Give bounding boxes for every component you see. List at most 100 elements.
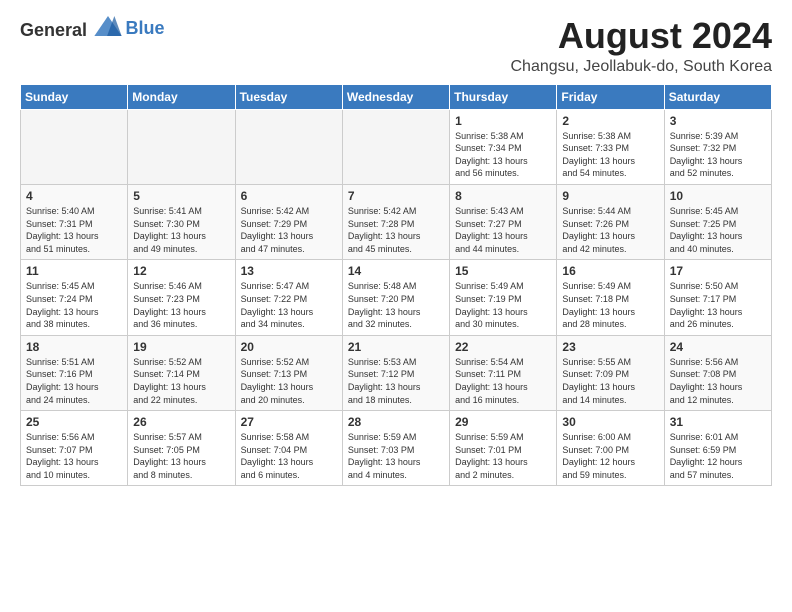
calendar-day-cell: 12 Sunrise: 5:46 AM Sunset: 7:23 PM Dayli… — [128, 260, 235, 335]
calendar-week-row: 1 Sunrise: 5:38 AM Sunset: 7:34 PM Daylig… — [21, 109, 772, 184]
calendar-day-cell: 26Sunrise: 5:57 AM Sunset: 7:05 PM Dayli… — [128, 411, 235, 486]
calendar-day-cell: 8Sunrise: 5:43 AM Sunset: 7:27 PM Daylig… — [450, 184, 557, 259]
day-number: 22 — [455, 340, 551, 354]
day-number: 12 — [133, 264, 229, 278]
calendar-day-cell: 6 Sunrise: 5:42 AM Sunset: 7:29 PM Daylig… — [235, 184, 342, 259]
day-info: Sunrise: 5:45 AM Sunset: 7:25 PM Dayligh… — [670, 205, 766, 255]
day-number: 29 — [455, 415, 551, 429]
day-info: Sunrise: 5:49 AM Sunset: 7:19 PM Dayligh… — [455, 280, 551, 330]
day-number: 15 — [455, 264, 551, 278]
day-number: 10 — [670, 189, 766, 203]
calendar-day-cell: 23Sunrise: 5:55 AM Sunset: 7:09 PM Dayli… — [557, 335, 664, 410]
day-info: Sunrise: 5:58 AM Sunset: 7:04 PM Dayligh… — [241, 431, 337, 481]
day-info: Sunrise: 5:53 AM Sunset: 7:12 PM Dayligh… — [348, 356, 444, 406]
calendar-day-cell: 4 Sunrise: 5:40 AM Sunset: 7:31 PM Daylig… — [21, 184, 128, 259]
day-info: Sunrise: 5:56 AM Sunset: 7:08 PM Dayligh… — [670, 356, 766, 406]
day-info: Sunrise: 5:59 AM Sunset: 7:01 PM Dayligh… — [455, 431, 551, 481]
day-info: Sunrise: 5:57 AM Sunset: 7:05 PM Dayligh… — [133, 431, 229, 481]
day-number: 31 — [670, 415, 766, 429]
day-info: Sunrise: 5:47 AM Sunset: 7:22 PM Dayligh… — [241, 280, 337, 330]
header: General Blue August 2024 Changsu, Jeolla… — [20, 16, 772, 76]
day-info: Sunrise: 5:56 AM Sunset: 7:07 PM Dayligh… — [26, 431, 122, 481]
calendar-table: SundayMondayTuesdayWednesdayThursdayFrid… — [20, 84, 772, 487]
day-number: 21 — [348, 340, 444, 354]
day-number: 24 — [670, 340, 766, 354]
calendar-week-row: 4 Sunrise: 5:40 AM Sunset: 7:31 PM Daylig… — [21, 184, 772, 259]
weekday-header-monday: Monday — [128, 84, 235, 109]
day-info: Sunrise: 5:52 AM Sunset: 7:13 PM Dayligh… — [241, 356, 337, 406]
weekday-header-friday: Friday — [557, 84, 664, 109]
logo-blue: Blue — [126, 18, 165, 39]
weekday-header-wednesday: Wednesday — [342, 84, 449, 109]
day-info: Sunrise: 5:38 AM Sunset: 7:34 PM Dayligh… — [455, 130, 551, 180]
day-info: Sunrise: 5:40 AM Sunset: 7:31 PM Dayligh… — [26, 205, 122, 255]
calendar-day-cell: 30 Sunrise: 6:00 AM Sunset: 7:00 PM Dayli… — [557, 411, 664, 486]
day-number: 6 — [241, 189, 337, 203]
day-info: Sunrise: 5:50 AM Sunset: 7:17 PM Dayligh… — [670, 280, 766, 330]
calendar-week-row: 11Sunrise: 5:45 AM Sunset: 7:24 PM Dayli… — [21, 260, 772, 335]
day-number: 9 — [562, 189, 658, 203]
calendar-day-cell: 3Sunrise: 5:39 AM Sunset: 7:32 PM Daylig… — [664, 109, 771, 184]
day-number: 13 — [241, 264, 337, 278]
month-year-title: August 2024 — [510, 16, 772, 56]
weekday-header-row: SundayMondayTuesdayWednesdayThursdayFrid… — [21, 84, 772, 109]
day-number: 11 — [26, 264, 122, 278]
day-info: Sunrise: 5:46 AM Sunset: 7:23 PM Dayligh… — [133, 280, 229, 330]
calendar-day-cell: 16Sunrise: 5:49 AM Sunset: 7:18 PM Dayli… — [557, 260, 664, 335]
calendar-day-cell: 5 Sunrise: 5:41 AM Sunset: 7:30 PM Daylig… — [128, 184, 235, 259]
logo-general: General — [20, 20, 87, 40]
weekday-header-saturday: Saturday — [664, 84, 771, 109]
day-number: 5 — [133, 189, 229, 203]
calendar-day-cell — [128, 109, 235, 184]
logo: General Blue — [20, 16, 165, 41]
weekday-header-sunday: Sunday — [21, 84, 128, 109]
day-number: 14 — [348, 264, 444, 278]
calendar-day-cell: 28 Sunrise: 5:59 AM Sunset: 7:03 PM Dayli… — [342, 411, 449, 486]
calendar-day-cell: 27 Sunrise: 5:58 AM Sunset: 7:04 PM Dayli… — [235, 411, 342, 486]
day-number: 1 — [455, 114, 551, 128]
day-number: 3 — [670, 114, 766, 128]
calendar-day-cell: 15 Sunrise: 5:49 AM Sunset: 7:19 PM Dayli… — [450, 260, 557, 335]
calendar-day-cell — [342, 109, 449, 184]
day-number: 27 — [241, 415, 337, 429]
day-info: Sunrise: 5:42 AM Sunset: 7:29 PM Dayligh… — [241, 205, 337, 255]
day-number: 28 — [348, 415, 444, 429]
day-info: Sunrise: 5:38 AM Sunset: 7:33 PM Dayligh… — [562, 130, 658, 180]
calendar-day-cell: 19 Sunrise: 5:52 AM Sunset: 7:14 PM Dayli… — [128, 335, 235, 410]
calendar-day-cell: 9Sunrise: 5:44 AM Sunset: 7:26 PM Daylig… — [557, 184, 664, 259]
day-number: 17 — [670, 264, 766, 278]
calendar-day-cell: 21 Sunrise: 5:53 AM Sunset: 7:12 PM Dayli… — [342, 335, 449, 410]
day-info: Sunrise: 6:00 AM Sunset: 7:00 PM Dayligh… — [562, 431, 658, 481]
calendar-day-cell: 20Sunrise: 5:52 AM Sunset: 7:13 PM Dayli… — [235, 335, 342, 410]
day-info: Sunrise: 5:51 AM Sunset: 7:16 PM Dayligh… — [26, 356, 122, 406]
day-number: 19 — [133, 340, 229, 354]
calendar-day-cell — [21, 109, 128, 184]
calendar-day-cell: 13 Sunrise: 5:47 AM Sunset: 7:22 PM Dayli… — [235, 260, 342, 335]
calendar-week-row: 25 Sunrise: 5:56 AM Sunset: 7:07 PM Dayli… — [21, 411, 772, 486]
calendar-day-cell: 10 Sunrise: 5:45 AM Sunset: 7:25 PM Dayli… — [664, 184, 771, 259]
calendar-day-cell: 14Sunrise: 5:48 AM Sunset: 7:20 PM Dayli… — [342, 260, 449, 335]
day-number: 2 — [562, 114, 658, 128]
calendar-day-cell: 17 Sunrise: 5:50 AM Sunset: 7:17 PM Dayli… — [664, 260, 771, 335]
calendar-day-cell: 18Sunrise: 5:51 AM Sunset: 7:16 PM Dayli… — [21, 335, 128, 410]
title-area: August 2024 Changsu, Jeollabuk-do, South… — [510, 16, 772, 76]
day-info: Sunrise: 5:42 AM Sunset: 7:28 PM Dayligh… — [348, 205, 444, 255]
day-info: Sunrise: 5:43 AM Sunset: 7:27 PM Dayligh… — [455, 205, 551, 255]
logo-icon — [94, 16, 122, 36]
day-number: 30 — [562, 415, 658, 429]
calendar-day-cell: 7Sunrise: 5:42 AM Sunset: 7:28 PM Daylig… — [342, 184, 449, 259]
day-info: Sunrise: 5:52 AM Sunset: 7:14 PM Dayligh… — [133, 356, 229, 406]
calendar-week-row: 18Sunrise: 5:51 AM Sunset: 7:16 PM Dayli… — [21, 335, 772, 410]
day-info: Sunrise: 5:59 AM Sunset: 7:03 PM Dayligh… — [348, 431, 444, 481]
day-info: Sunrise: 5:54 AM Sunset: 7:11 PM Dayligh… — [455, 356, 551, 406]
day-number: 23 — [562, 340, 658, 354]
day-info: Sunrise: 6:01 AM Sunset: 6:59 PM Dayligh… — [670, 431, 766, 481]
day-info: Sunrise: 5:41 AM Sunset: 7:30 PM Dayligh… — [133, 205, 229, 255]
day-number: 4 — [26, 189, 122, 203]
calendar-day-cell: 24 Sunrise: 5:56 AM Sunset: 7:08 PM Dayli… — [664, 335, 771, 410]
calendar-day-cell: 2 Sunrise: 5:38 AM Sunset: 7:33 PM Daylig… — [557, 109, 664, 184]
day-info: Sunrise: 5:49 AM Sunset: 7:18 PM Dayligh… — [562, 280, 658, 330]
calendar-day-cell: 25 Sunrise: 5:56 AM Sunset: 7:07 PM Dayli… — [21, 411, 128, 486]
day-number: 25 — [26, 415, 122, 429]
weekday-header-thursday: Thursday — [450, 84, 557, 109]
